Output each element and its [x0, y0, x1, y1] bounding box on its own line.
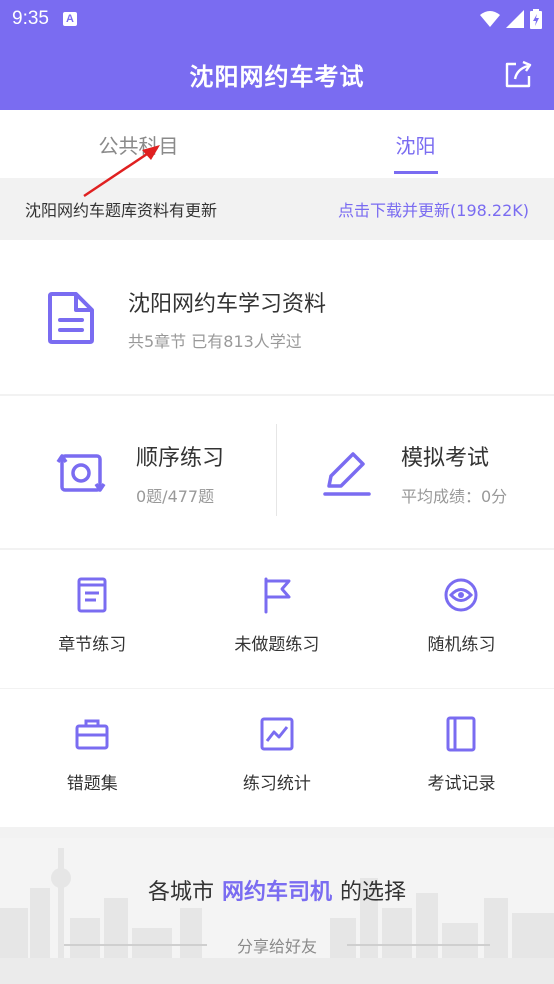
tab-shenyang[interactable]: 沈阳: [277, 110, 554, 178]
slogan: 各城市 网约车司机 的选择: [0, 874, 554, 906]
status-time: 9:35: [12, 8, 49, 29]
undone-practice-label: 未做题练习: [234, 635, 320, 655]
sequential-practice[interactable]: 顺序练习 0题/477题: [0, 396, 277, 548]
chapter-practice-button[interactable]: 章节练习: [0, 550, 185, 688]
share-to-friends-button[interactable]: 分享给好友: [237, 933, 317, 957]
sequential-practice-icon: [56, 454, 106, 492]
status-icons: [480, 9, 542, 29]
practice-stats-button[interactable]: 练习统计: [185, 689, 370, 827]
briefcase-icon: [75, 719, 109, 750]
city-skyline-illustration: [0, 848, 554, 984]
undone-practice-button[interactable]: 未做题练习: [185, 550, 370, 688]
slogan-highlight: 网约车司机: [221, 880, 332, 905]
flag-icon: [264, 577, 291, 614]
random-practice-label: 随机练习: [427, 635, 496, 655]
chapter-practice-label: 章节练习: [58, 635, 127, 655]
app-bar: 沈阳网约车考试: [0, 38, 554, 110]
exam-records-label: 考试记录: [427, 774, 496, 794]
practice-row: 顺序练习 0题/477题 模拟考试 平均成绩：0分: [0, 396, 554, 548]
divider: [64, 944, 207, 946]
notebook-icon: [446, 716, 476, 752]
notice-text: 沈阳网约车题库资料有更新: [25, 201, 218, 220]
practice-stats-label: 练习统计: [242, 774, 311, 794]
share-row: 分享给好友: [64, 933, 491, 957]
mock-exam[interactable]: 模拟考试 平均成绩：0分: [277, 396, 554, 548]
page-title: 沈阳网约车考试: [189, 62, 365, 91]
divider: [347, 944, 491, 946]
study-material-title: 沈阳网约车学习资料: [128, 292, 327, 317]
annotation-arrow-icon: [83, 145, 160, 198]
share-icon[interactable]: [502, 58, 534, 90]
download-update-link[interactable]: 点击下载并更新(198.22K): [338, 197, 529, 221]
book-icon: [77, 577, 107, 613]
wrong-questions-label: 错题集: [66, 774, 118, 794]
feature-grid-row-2: 错题集 练习统计 考试记录: [0, 689, 554, 827]
signal-icon: [506, 10, 524, 28]
footer-banner: 各城市 网约车司机 的选择 分享给好友: [0, 838, 554, 984]
battery-icon: [530, 9, 542, 29]
random-practice-button[interactable]: 随机练习: [369, 550, 554, 688]
wifi-icon: [480, 11, 500, 27]
shuffle-icon: [444, 578, 478, 612]
feature-grid-row-1: 章节练习 未做题练习 随机练习: [0, 550, 554, 688]
wrong-questions-button[interactable]: 错题集: [0, 689, 185, 827]
sequential-practice-title: 顺序练习: [136, 446, 225, 471]
slogan-prefix: 各城市: [147, 880, 214, 905]
slogan-suffix: 的选择: [340, 880, 407, 905]
status-bar: 9:35 A: [0, 0, 554, 38]
study-material-subtitle: 共5章节 已有813人学过: [128, 332, 302, 351]
mock-exam-title: 模拟考试: [401, 446, 490, 471]
mock-exam-average-score: 平均成绩：0分: [401, 487, 508, 506]
notification-a-icon: A: [62, 12, 77, 26]
exam-records-button[interactable]: 考试记录: [369, 689, 554, 827]
study-material-card[interactable]: 沈阳网约车学习资料 共5章节 已有813人学过: [0, 240, 554, 394]
document-icon: [48, 292, 94, 344]
chart-icon: [260, 717, 294, 751]
sequential-practice-progress: 0题/477题: [136, 487, 215, 506]
pencil-icon: [323, 452, 371, 496]
